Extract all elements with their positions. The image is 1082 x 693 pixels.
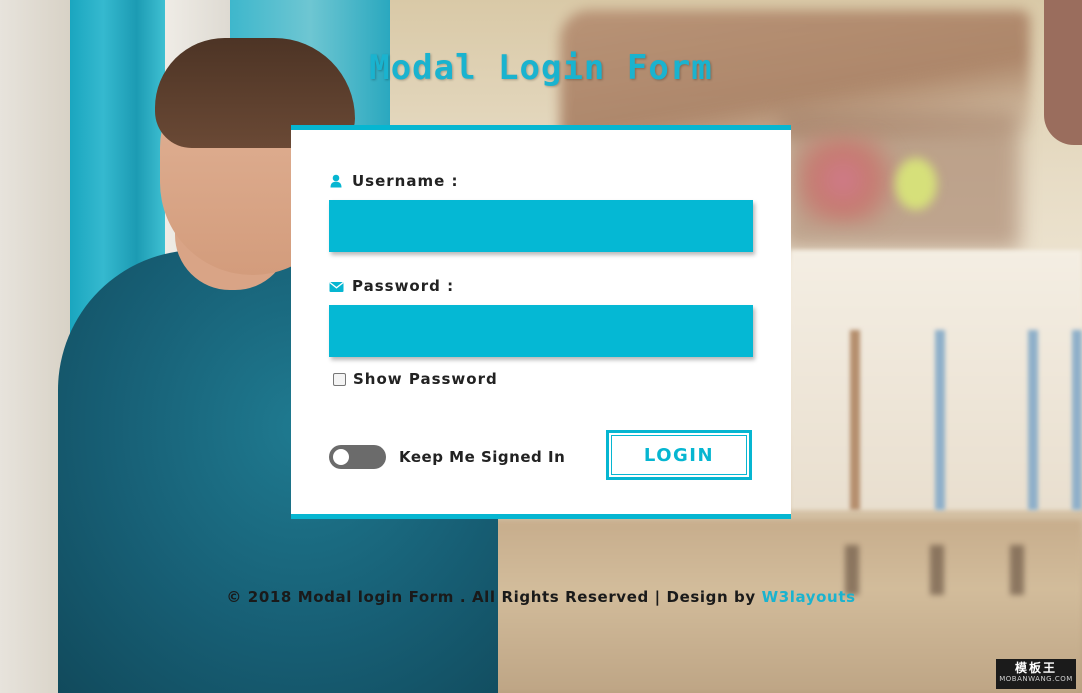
password-input[interactable] xyxy=(329,305,753,357)
watermark-logo: 模板王 MOBANWANG.COM xyxy=(996,659,1076,689)
envelope-icon xyxy=(329,279,344,293)
login-button[interactable]: LOGIN xyxy=(606,430,752,480)
password-label-text: Password : xyxy=(352,277,455,295)
show-password-label: Show Password xyxy=(353,370,498,388)
username-label-text: Username : xyxy=(352,172,459,190)
login-button-label: LOGIN xyxy=(611,435,747,475)
watermark-line1: 模板王 xyxy=(1014,661,1057,675)
footer-link[interactable]: W3layouts xyxy=(762,588,856,606)
page-title: Modal Login Form xyxy=(369,48,713,88)
password-label: Password : xyxy=(329,277,454,295)
footer-text: © 2018 Modal login Form . All Rights Res… xyxy=(226,588,762,606)
login-form: Username : Password : Show Password Keep… xyxy=(291,125,791,519)
toggle-knob xyxy=(333,449,349,465)
keep-signed-in-toggle[interactable] xyxy=(329,445,386,469)
footer: © 2018 Modal login Form . All Rights Res… xyxy=(0,588,1082,606)
show-password-checkbox[interactable] xyxy=(333,372,346,386)
keep-signed-in-label: Keep Me Signed In xyxy=(399,448,566,466)
watermark-line2: MOBANWANG.COM xyxy=(999,675,1073,683)
show-password-control[interactable]: Show Password xyxy=(333,370,498,388)
username-input[interactable] xyxy=(329,200,753,252)
username-label: Username : xyxy=(329,172,459,190)
user-icon xyxy=(329,174,343,188)
